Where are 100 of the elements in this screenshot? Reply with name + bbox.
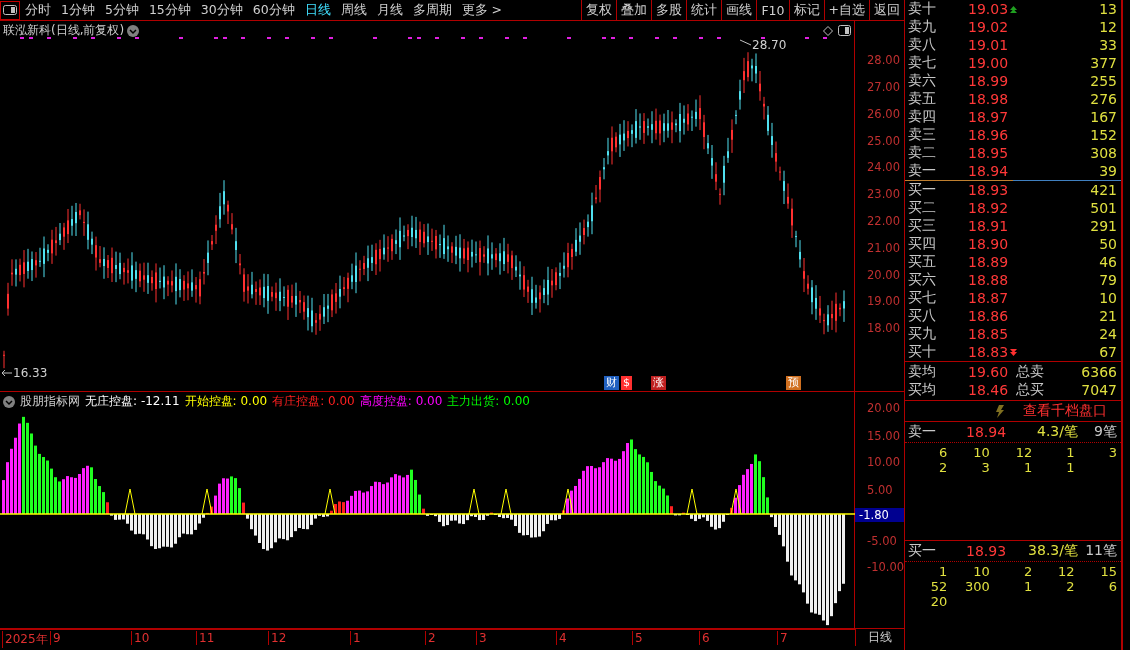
price-value: 18.92 (968, 200, 1009, 216)
level-label: 卖五 (908, 90, 937, 108)
price-value: 18.97 (968, 109, 1009, 125)
volume-value: 291 (1089, 218, 1117, 234)
indicator-name: 股朋指标网 (20, 393, 80, 410)
toolbar-button[interactable]: 多股 (651, 0, 687, 20)
toolbar-button[interactable]: 统计 (686, 0, 722, 20)
order-size: 3 (980, 460, 990, 475)
dropdown-icon[interactable] (3, 395, 15, 408)
period-tab[interactable]: 周线 (335, 1, 372, 19)
volume-value: 167 (1089, 109, 1117, 125)
period-tab[interactable]: 月线 (371, 1, 408, 19)
low-price-label: 16.33 (13, 366, 48, 380)
price-value: 18.98 (968, 91, 1009, 107)
high-price-label: 28.70 (752, 38, 787, 52)
level-label: 卖七 (908, 54, 937, 72)
price-value: 18.90 (968, 236, 1009, 252)
event-marker[interactable]: $ (621, 376, 632, 390)
volume-value: 33 (1098, 37, 1117, 53)
toolbar-button[interactable]: 画线 (721, 0, 757, 20)
panel-toggle-icon[interactable] (0, 0, 20, 20)
order-depth-link[interactable]: 查看千档盘口 (1023, 402, 1107, 420)
period-tab[interactable]: 30分钟 (195, 1, 248, 19)
order-size: 1 (938, 564, 948, 579)
price-value: 19.00 (968, 55, 1009, 71)
date-label: 5 (632, 631, 643, 645)
price-tick: 23.00 (867, 187, 900, 201)
up-arrow-icon (1010, 5, 1018, 13)
price-tick: 28.00 (867, 53, 900, 67)
price-value: 18.89 (968, 254, 1009, 270)
order-size: 2 (1022, 564, 1033, 579)
event-marker[interactable]: 财 (604, 376, 619, 390)
order-size: 1 (1065, 445, 1075, 460)
average-per-order: 38.3/笔 (1027, 542, 1078, 560)
level-label: 卖四 (908, 108, 937, 126)
price-tick: 21.00 (867, 241, 900, 255)
level-label: 卖三 (908, 126, 937, 144)
price-value: 18.87 (968, 290, 1009, 306)
toolbar-button[interactable]: 返回 (869, 0, 904, 20)
level-label: 卖一 (908, 162, 937, 180)
level-label: 买二 (908, 199, 937, 217)
date-label: 3 (476, 631, 487, 645)
order-size: 1 (1022, 579, 1033, 594)
period-tab[interactable]: 15分钟 (143, 1, 196, 19)
toolbar-button[interactable]: 复权 (581, 0, 617, 20)
price-tick: 26.00 (867, 107, 900, 121)
total-value: 7047 (1080, 382, 1117, 398)
queue-price: 18.94 (966, 424, 1008, 440)
level-label: 卖十 (908, 0, 937, 18)
volume-value: 79 (1098, 272, 1117, 288)
level-label: 买六 (908, 271, 937, 289)
indicator-reading: 开始控盘: 0.00 (184, 393, 268, 410)
leader-line (2, 370, 12, 376)
period-tab[interactable]: 分时 (20, 1, 56, 19)
level-label: 买四 (908, 235, 937, 253)
price-tick: 18.00 (867, 321, 900, 335)
price-tick: 22.00 (867, 214, 900, 228)
level-label: 买九 (908, 325, 937, 343)
level-label: 卖二 (908, 144, 937, 162)
total-label: 总卖 (1016, 363, 1045, 381)
order-size: 15 (1099, 564, 1117, 579)
event-marker[interactable]: 涨 (651, 376, 666, 390)
volume-value: 24 (1098, 326, 1117, 342)
level-label: 买十 (908, 343, 937, 361)
indicator-reading: 高度控盘: 0.00 (359, 393, 443, 410)
toolbar-button[interactable]: +自选 (823, 0, 869, 20)
volume-value: 12 (1098, 19, 1117, 35)
price-value: 18.88 (968, 272, 1009, 288)
panel-toggle-icon[interactable] (838, 25, 851, 36)
down-arrow-icon (1010, 348, 1018, 356)
average-price: 19.60 (968, 364, 1010, 380)
indicator-tick: 15.00 (867, 429, 900, 443)
date-label: 7 (777, 631, 788, 645)
diamond-icon[interactable] (823, 26, 833, 36)
level-label: 买七 (908, 289, 937, 307)
toolbar-button[interactable]: 标记 (788, 0, 824, 20)
price-value: 19.02 (968, 19, 1009, 35)
period-tab[interactable]: 5分钟 (99, 1, 144, 19)
order-size: 12 (1014, 445, 1033, 460)
dropdown-icon[interactable] (127, 24, 140, 37)
order-size: 10 (972, 564, 990, 579)
period-tab[interactable]: 日线 (299, 1, 336, 19)
price-value: 18.93 (968, 182, 1009, 198)
volume-value: 10 (1098, 290, 1117, 306)
indicator-reading: 无庄控盘: -12.11 (85, 393, 180, 410)
period-tab[interactable]: 60分钟 (247, 1, 300, 19)
more-button[interactable]: 更多 > (456, 1, 508, 19)
period-tab[interactable]: 1分钟 (56, 1, 100, 19)
volume-value: 39 (1098, 163, 1117, 179)
volume-value: 276 (1089, 91, 1117, 107)
toolbar-button[interactable]: 叠加 (616, 0, 652, 20)
order-size: 2 (1065, 579, 1075, 594)
chart-title: 联泓新科(日线,前复权) (3, 22, 125, 39)
toolbar-button[interactable]: F10 (756, 0, 789, 20)
indicator-reading: 有庄控盘: 0.00 (272, 393, 355, 410)
price-tick: 27.00 (867, 80, 900, 94)
average-price: 18.46 (968, 382, 1010, 398)
period-tab[interactable]: 多周期 (407, 1, 457, 19)
volume-value: 152 (1089, 127, 1117, 143)
indicator-tick: -10.00 (867, 560, 905, 574)
